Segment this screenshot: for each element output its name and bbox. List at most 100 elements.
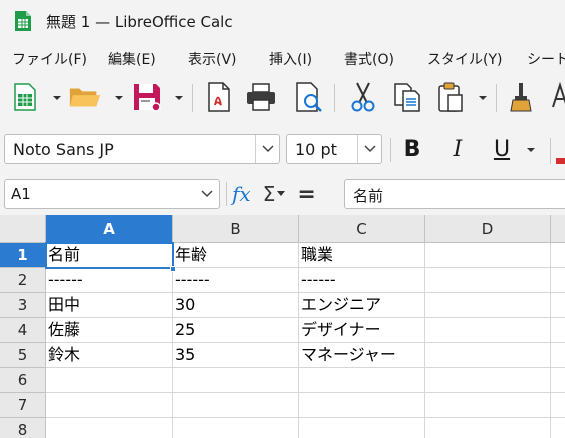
column-header-c[interactable]: C xyxy=(299,215,425,243)
formula-button[interactable]: = xyxy=(297,182,315,207)
name-box-dropdown[interactable] xyxy=(195,180,219,208)
cell-a3[interactable]: 田中 xyxy=(46,293,173,318)
font-size-dropdown[interactable] xyxy=(357,135,381,163)
cell-d3[interactable] xyxy=(425,293,551,318)
cell-b4[interactable]: 25 xyxy=(173,318,299,343)
formula-input[interactable]: 名前 xyxy=(344,179,565,209)
column-header-b[interactable]: B xyxy=(173,215,299,243)
cell-b5[interactable]: 35 xyxy=(173,343,299,368)
cell-d5[interactable] xyxy=(425,343,551,368)
chevron-down-icon[interactable] xyxy=(114,94,124,102)
row-header-2[interactable]: 2 xyxy=(0,268,46,293)
export-pdf-button[interactable] xyxy=(202,80,236,114)
clone-formatting-button[interactable] xyxy=(504,80,538,114)
name-box[interactable]: A1 xyxy=(4,179,220,209)
menu-edit[interactable]: 編集(E) xyxy=(108,49,156,69)
font-color-swatch[interactable] xyxy=(556,158,565,164)
row-header-5[interactable]: 5 xyxy=(0,343,46,368)
cell-c4[interactable]: デザイナー xyxy=(299,318,425,343)
cut-button[interactable] xyxy=(346,80,380,114)
cell-d7[interactable] xyxy=(425,393,551,418)
column-header-d[interactable]: D xyxy=(425,215,551,243)
cell-a4[interactable]: 佐藤 xyxy=(46,318,173,343)
row-header-8[interactable]: 8 xyxy=(0,418,46,438)
cell-a1[interactable]: 名前 xyxy=(46,243,173,268)
chevron-down-icon[interactable] xyxy=(52,94,62,102)
underline-button[interactable]: U xyxy=(488,134,516,164)
cell-a2[interactable]: ------ xyxy=(46,268,173,293)
chevron-down-icon[interactable] xyxy=(526,146,536,154)
export-pdf-icon xyxy=(208,82,230,112)
function-wizard-button[interactable]: fx xyxy=(232,182,251,206)
open-button[interactable] xyxy=(68,80,102,114)
font-name-dropdown[interactable] xyxy=(255,135,279,163)
cell-d8[interactable] xyxy=(425,418,551,438)
paste-button[interactable] xyxy=(434,80,468,114)
cell-d4[interactable] xyxy=(425,318,551,343)
cell-b7[interactable] xyxy=(173,393,299,418)
print-button[interactable] xyxy=(244,80,278,114)
cell-e8[interactable] xyxy=(551,418,565,438)
chevron-down-icon[interactable] xyxy=(277,191,286,197)
formula-bar: A1 fx Σ = 名前 xyxy=(0,174,565,214)
chevron-down-icon[interactable] xyxy=(478,94,488,102)
cell-b3[interactable]: 30 xyxy=(173,293,299,318)
cell-e5[interactable] xyxy=(551,343,565,368)
copy-button[interactable] xyxy=(390,80,424,114)
cell-c1[interactable]: 職業 xyxy=(299,243,425,268)
cell-e1[interactable] xyxy=(551,243,565,268)
menu-format[interactable]: 書式(O) xyxy=(344,49,394,69)
new-spreadsheet-button[interactable] xyxy=(8,80,42,114)
column-header-e[interactable] xyxy=(551,215,565,243)
save-button[interactable] xyxy=(130,80,164,114)
row-header-1[interactable]: 1 xyxy=(0,243,46,268)
cell-c3[interactable]: エンジニア xyxy=(299,293,425,318)
cell-e2[interactable] xyxy=(551,268,565,293)
cell-d6[interactable] xyxy=(425,368,551,393)
bold-button[interactable]: B xyxy=(398,134,426,164)
menu-file[interactable]: ファイル(F) xyxy=(12,49,87,69)
cell-d2[interactable] xyxy=(425,268,551,293)
spreadsheet-grid[interactable]: A B C D 1 2 3 4 5 6 7 8 名前 年齢 職業 ------ … xyxy=(0,215,565,438)
cell-a5[interactable]: 鈴木 xyxy=(46,343,173,368)
window-title: 無題 1 — LibreOffice Calc xyxy=(46,13,233,31)
font-size-combo[interactable]: 10 pt xyxy=(286,134,382,164)
font-color-button[interactable] xyxy=(544,80,565,114)
cell-d1[interactable] xyxy=(425,243,551,268)
cell-c8[interactable] xyxy=(299,418,425,438)
cell-e4[interactable] xyxy=(551,318,565,343)
cell-c6[interactable] xyxy=(299,368,425,393)
menu-sheet[interactable]: シート xyxy=(527,49,565,69)
cell-a6[interactable] xyxy=(46,368,173,393)
cell-b2[interactable]: ------ xyxy=(173,268,299,293)
print-preview-button[interactable] xyxy=(292,80,326,114)
menu-view[interactable]: 表示(V) xyxy=(188,49,237,69)
menu-styles[interactable]: スタイル(Y) xyxy=(427,49,502,69)
cell-a8[interactable] xyxy=(46,418,173,438)
cell-e6[interactable] xyxy=(551,368,565,393)
row-header-4[interactable]: 4 xyxy=(0,318,46,343)
cell-c5[interactable]: マネージャー xyxy=(299,343,425,368)
cell-c7[interactable] xyxy=(299,393,425,418)
print-preview-icon xyxy=(296,82,322,112)
menu-bar: ファイル(F) 編集(E) 表示(V) 挿入(I) 書式(O) スタイル(Y) … xyxy=(0,42,565,72)
cell-b1[interactable]: 年齢 xyxy=(173,243,299,268)
cell-e7[interactable] xyxy=(551,393,565,418)
autofill-handle[interactable] xyxy=(170,266,176,272)
font-name-combo[interactable]: Noto Sans JP xyxy=(4,134,280,164)
chevron-down-icon[interactable] xyxy=(174,94,184,102)
cell-a7[interactable] xyxy=(46,393,173,418)
cell-b6[interactable] xyxy=(173,368,299,393)
row-header-7[interactable]: 7 xyxy=(0,393,46,418)
copy-icon xyxy=(394,83,420,112)
cell-c2[interactable]: ------ xyxy=(299,268,425,293)
cell-e3[interactable] xyxy=(551,293,565,318)
menu-insert[interactable]: 挿入(I) xyxy=(269,49,312,69)
cell-b8[interactable] xyxy=(173,418,299,438)
column-header-a[interactable]: A xyxy=(46,215,173,243)
row-header-6[interactable]: 6 xyxy=(0,368,46,393)
row-header-3[interactable]: 3 xyxy=(0,293,46,318)
select-all-corner[interactable] xyxy=(0,215,46,243)
italic-button[interactable]: I xyxy=(444,134,472,164)
sum-button[interactable]: Σ xyxy=(263,182,276,206)
